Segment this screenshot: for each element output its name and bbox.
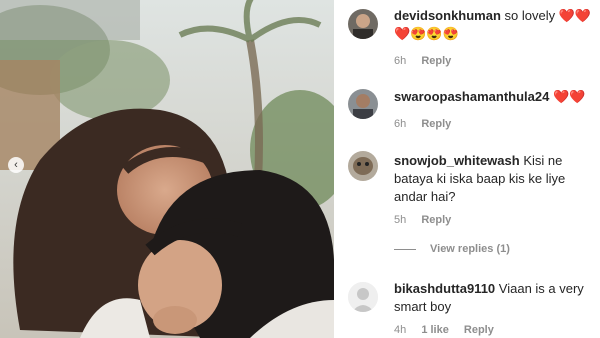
comment-time: 5h xyxy=(394,214,407,226)
comments-panel: devidsonkhuman so lovely ❤️❤️❤️😍😍😍 6h Re… xyxy=(334,0,600,338)
comment-username[interactable]: bikashdutta9110 xyxy=(394,281,495,296)
comment-body: devidsonkhuman so lovely ❤️❤️❤️😍😍😍 xyxy=(394,7,600,43)
comment-username[interactable]: devidsonkhuman xyxy=(394,8,501,23)
comment-meta: 4h 1 like Reply xyxy=(394,324,506,336)
comment-time: 4h xyxy=(394,324,407,336)
view-replies-label: View replies (1) xyxy=(430,243,510,255)
comment-body: snowjob_whitewash Kisi ne bataya ki iska… xyxy=(394,152,600,206)
comment-username[interactable]: snowjob_whitewash xyxy=(394,153,520,168)
comment-meta: 5h Reply xyxy=(394,214,463,226)
view-replies-button[interactable]: View replies (1) xyxy=(394,243,510,255)
comment-time: 6h xyxy=(394,55,407,67)
comment-username[interactable]: swaroopashamanthula24 xyxy=(394,89,549,104)
comment-likes[interactable]: 1 like xyxy=(421,324,449,336)
divider-line xyxy=(394,248,416,250)
reply-button[interactable]: Reply xyxy=(421,118,451,130)
avatar[interactable] xyxy=(348,9,378,39)
comment-time: 6h xyxy=(394,118,407,130)
avatar[interactable] xyxy=(348,282,378,312)
comment-body: bikashdutta9110 Viaan is a very smart bo… xyxy=(394,280,600,316)
comment-emoji: ❤️❤️ xyxy=(552,89,586,104)
reply-button[interactable]: Reply xyxy=(464,324,494,336)
comment-text: so lovely xyxy=(504,8,556,23)
avatar[interactable] xyxy=(348,151,378,181)
reply-button[interactable]: Reply xyxy=(421,55,451,67)
comment-meta: 6h Reply xyxy=(394,55,463,67)
instagram-post-view: ‹ devidsonkhuman so lovely ❤️❤️❤️😍😍😍 6h … xyxy=(0,0,600,338)
post-photo[interactable]: ‹ xyxy=(0,0,334,338)
comment-meta: 6h Reply xyxy=(394,118,463,130)
chevron-left-icon[interactable]: ‹ xyxy=(8,157,24,173)
comment-body: swaroopashamanthula24 ❤️❤️ xyxy=(394,88,600,106)
reply-button[interactable]: Reply xyxy=(421,214,451,226)
avatar[interactable] xyxy=(348,89,378,119)
